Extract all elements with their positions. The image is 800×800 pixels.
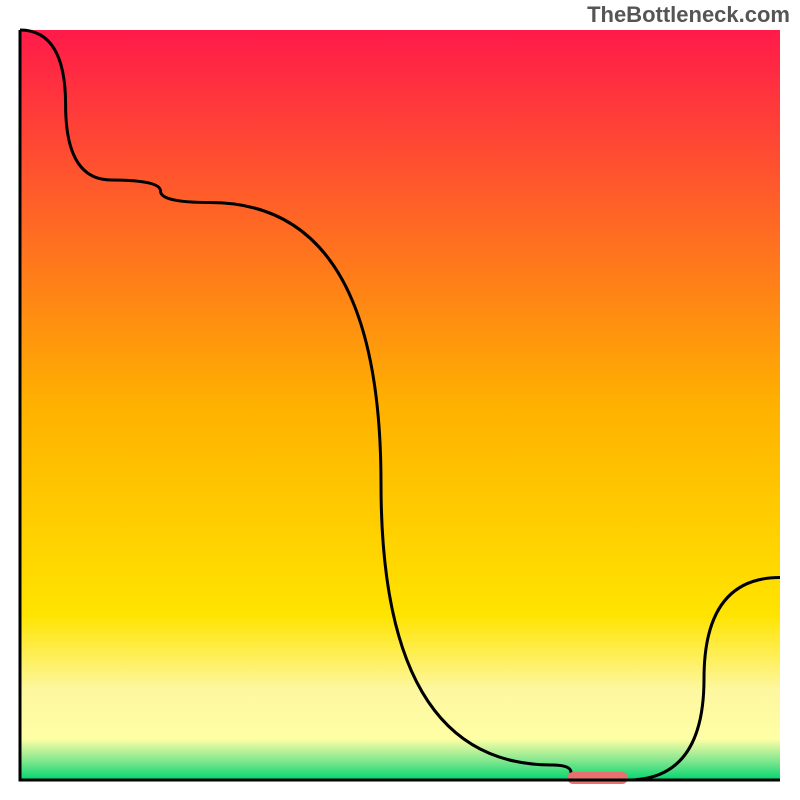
bottleneck-chart [0, 0, 800, 800]
plot-background [20, 30, 780, 780]
optimal-marker [567, 772, 628, 784]
watermark-text: TheBottleneck.com [587, 2, 790, 28]
chart-container: TheBottleneck.com [0, 0, 800, 800]
